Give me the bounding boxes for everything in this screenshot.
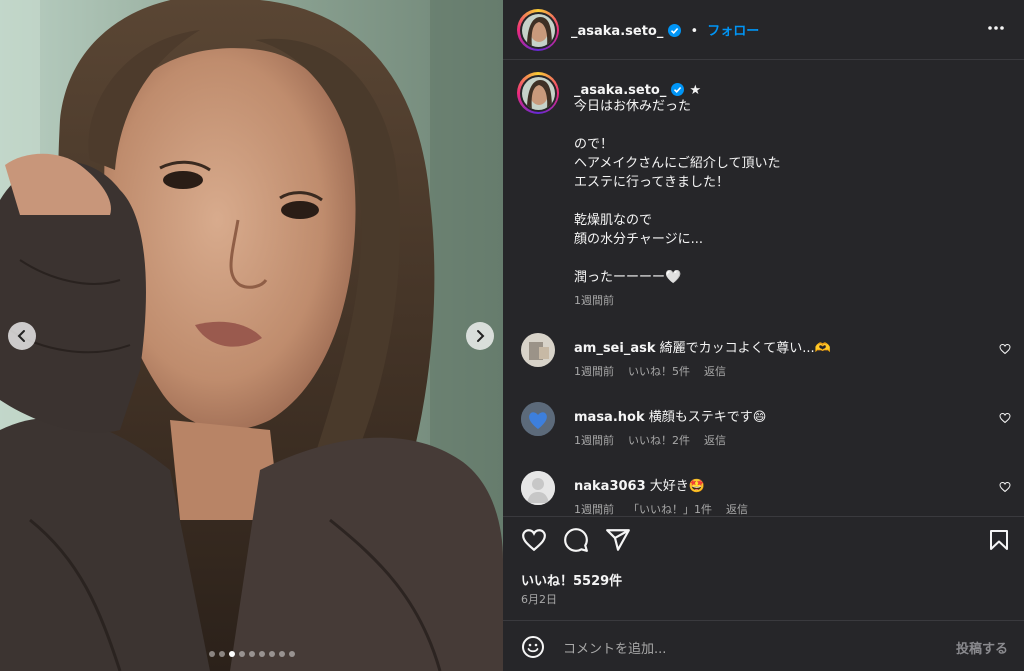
carousel-dot [248,651,255,657]
follow-button[interactable]: フォロー [707,24,759,39]
commenter-avatar[interactable] [521,333,555,367]
comment-text: 綺麗でカッコよくて尊い...🫶 [659,341,831,356]
post-panel: _asaka.seto_ • フォロー _asaka.seto_ ★ 今日はお休… [503,0,1024,671]
carousel-prev-button[interactable] [8,322,36,350]
author-avatar-image [521,13,555,47]
caption-text: 今日はお休みだった ので！ ヘアメイクさんにご紹介して頂いた エステに行ってきま… [574,99,781,285]
bookmark-icon[interactable] [987,527,1011,553]
comment-likes[interactable]: いいね！2件 [628,434,690,447]
action-bar [503,516,1024,562]
paper-plane-icon[interactable] [605,527,631,553]
carousel-dot [218,651,225,657]
commenter-username[interactable]: naka3063 [574,479,646,494]
comment-likes[interactable]: 「いいね！」1件 [628,503,712,516]
like-count[interactable]: いいね！5529件 [521,570,622,589]
more-horizontal-icon[interactable] [986,18,1006,38]
comment-item: am_sei_ask 綺麗でカッコよくて尊い...🫶 1週間前 いいね！5件 返信 [521,333,1011,385]
comment-bubble-icon[interactable] [563,527,589,553]
carousel-dot [288,651,295,657]
commenter-username[interactable]: am_sei_ask [574,341,656,356]
commenter-avatar[interactable] [521,471,555,505]
comment-item: masa.hok 横顔もステキです😄 1週間前 いいね！2件 返信 [521,402,1011,454]
chevron-right-icon [477,330,485,342]
commenter-avatar-image [521,333,555,367]
heart-icon[interactable] [521,527,547,553]
comment-likes[interactable]: いいね！5件 [628,365,690,378]
comment-reply-button[interactable]: 返信 [726,503,748,516]
comment-time[interactable]: 1週間前 [574,434,614,447]
commenter-avatar-image [521,402,555,436]
verified-badge-icon [671,83,685,96]
comment-reply-button[interactable]: 返信 [704,434,726,447]
caption-star: ★ [689,83,702,98]
comment-heart-icon[interactable] [999,412,1011,424]
verified-badge-icon [668,24,682,37]
commenter-avatar[interactable] [521,402,555,436]
carousel-indicator [0,651,503,657]
post-media[interactable] [0,0,503,671]
post-photo [0,0,503,671]
carousel-dot [228,651,235,657]
caption-avatar-image [521,76,555,110]
carousel-dot [238,651,245,657]
comment-composer: コメントを追加... 投稿する [503,620,1024,671]
comment-text: 大好き🤩 [649,479,705,494]
caption-time[interactable]: 1週間前 [574,292,614,308]
caption-avatar[interactable] [517,72,559,114]
caption-username[interactable]: _asaka.seto_ [574,83,666,98]
comment-heart-icon[interactable] [999,481,1011,493]
commenter-username[interactable]: masa.hok [574,410,645,425]
post-comment-button[interactable]: 投稿する [956,638,1008,657]
default-avatar-icon [521,471,555,505]
carousel-dot [278,651,285,657]
comment-heart-icon[interactable] [999,343,1011,355]
post-date[interactable]: 6月2日 [521,591,557,607]
author-username[interactable]: _asaka.seto_ [571,24,663,39]
chevron-left-icon [17,330,25,342]
carousel-dot [258,651,265,657]
header-separator: • [690,24,699,39]
comment-input[interactable]: コメントを追加... [563,638,666,657]
carousel-next-button[interactable] [466,322,494,350]
author-avatar[interactable] [517,9,559,51]
carousel-dot [268,651,275,657]
comment-reply-button[interactable]: 返信 [704,365,726,378]
smiley-icon[interactable] [521,635,545,659]
comment-time[interactable]: 1週間前 [574,503,614,516]
carousel-dot [208,651,215,657]
comment-time[interactable]: 1週間前 [574,365,614,378]
post-header: _asaka.seto_ • フォロー [503,0,1024,60]
comment-text: 横顔もステキです😄 [648,410,767,425]
